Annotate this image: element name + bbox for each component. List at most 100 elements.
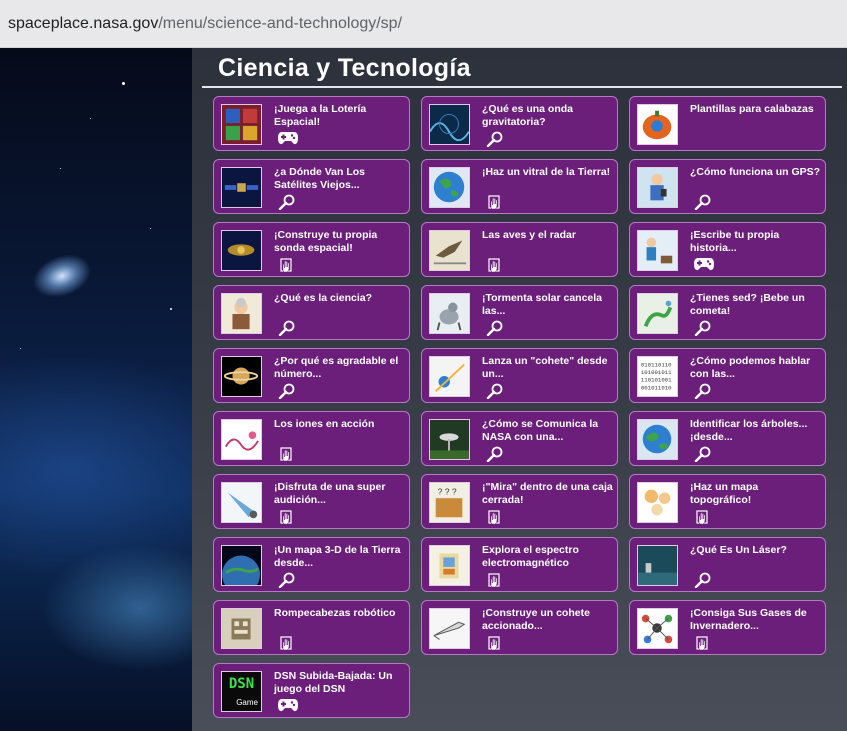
- topic-card[interactable]: ¡Un mapa 3-D de la Tierra desde...: [213, 537, 410, 592]
- topic-label: Las aves y el radar: [482, 229, 576, 241]
- topic-card[interactable]: ¡Juega a la Lotería Espacial!: [213, 96, 410, 151]
- magnifier-icon: [486, 383, 504, 400]
- svg-text:001011010: 001011010: [641, 384, 672, 391]
- topic-label: ¡Consiga Sus Gases de Invernadero...: [690, 607, 807, 632]
- magnifier-icon: [278, 194, 296, 211]
- topic-label: Lanza un "cohete" desde un...: [482, 355, 608, 380]
- topic-thumbnail: [221, 104, 262, 145]
- topic-thumbnail: [221, 167, 262, 208]
- topic-card[interactable]: ¡Tormenta solar cancela las...: [421, 285, 618, 340]
- topic-card[interactable]: Lanza un "cohete" desde un...: [421, 348, 618, 403]
- topic-card[interactable]: 010110110 101001011 110101001 001011010 ¿Cóm…: [629, 348, 826, 403]
- activity-hand-icon: [278, 509, 296, 525]
- magnifier-icon: [694, 320, 712, 337]
- topic-card[interactable]: Identificar los árboles... ¡desde...: [629, 411, 826, 466]
- topic-thumbnail: [429, 545, 470, 586]
- url-host: spaceplace.nasa.gov: [8, 14, 159, 32]
- topic-card[interactable]: Rompecabezas robótico: [213, 600, 410, 655]
- topic-label: DSN Subida-Bajada: Un juego del DSN: [274, 670, 393, 695]
- topic-label: Los iones en acción: [274, 418, 375, 430]
- magnifier-icon: [278, 320, 296, 337]
- magnifier-icon: [486, 131, 504, 148]
- topic-card[interactable]: Los iones en acción: [213, 411, 410, 466]
- magnifier-icon: [694, 194, 712, 211]
- topic-thumbnail: [221, 356, 262, 397]
- activity-hand-icon: [278, 635, 296, 651]
- topic-label: ¡Tormenta solar cancela las...: [482, 292, 603, 317]
- topic-thumbnail: [221, 482, 262, 523]
- topic-thumbnail: ? ? ?: [429, 482, 470, 523]
- topic-card[interactable]: ? ? ? ¡"Mira" dentro de una caja cerrada!: [421, 474, 618, 529]
- topic-card[interactable]: ¿Tienes sed? ¡Bebe un cometa!: [629, 285, 826, 340]
- address-bar[interactable]: spaceplace.nasa.gov/menu/science-and-tec…: [0, 0, 847, 48]
- topic-card[interactable]: ¡Construye tu propia sonda espacial!: [213, 222, 410, 277]
- topic-label: ¡Construye tu propia sonda espacial!: [274, 229, 378, 254]
- topic-card[interactable]: Explora el espectro electromagnético: [421, 537, 618, 592]
- svg-text:? ? ?: ? ? ?: [438, 486, 457, 496]
- topic-thumbnail: [429, 356, 470, 397]
- topic-thumbnail: [429, 230, 470, 271]
- topic-thumbnail: [637, 167, 678, 208]
- topic-label: ¿Cómo se Comunica la NASA con una...: [482, 418, 599, 443]
- topic-thumbnail: [221, 419, 262, 460]
- topic-label: ¡Haz un vitral de la Tierra!: [482, 166, 611, 178]
- topic-card[interactable]: ¡Escribe tu propia historia...: [629, 222, 826, 277]
- activity-hand-icon: [486, 509, 504, 525]
- activity-hand-icon: [486, 572, 504, 588]
- magnifier-icon: [694, 572, 712, 589]
- topic-label: ¡Construye un cohete accionado...: [482, 607, 590, 632]
- topic-thumbnail: [429, 293, 470, 334]
- activity-hand-icon: [486, 257, 504, 273]
- page-title: Ciencia y Tecnología: [218, 54, 471, 82]
- topic-card[interactable]: ¿a Dónde Van Los Satélites Viejos...: [213, 159, 410, 214]
- magnifier-icon: [486, 320, 504, 337]
- topic-card[interactable]: ¿Cómo se Comunica la NASA con una...: [421, 411, 618, 466]
- topic-card[interactable]: ¡Consiga Sus Gases de Invernadero...: [629, 600, 826, 655]
- url-path: /menu/science-and-technology/sp/: [158, 14, 403, 32]
- topic-thumbnail: [221, 293, 262, 334]
- topic-label: ¡"Mira" dentro de una caja cerrada!: [482, 481, 613, 506]
- topic-card[interactable]: ¡Haz un vitral de la Tierra!: [421, 159, 618, 214]
- topic-card[interactable]: ¡Construye un cohete accionado...: [421, 600, 618, 655]
- topic-thumbnail: [221, 608, 262, 649]
- topic-card[interactable]: Plantillas para calabazas: [629, 96, 826, 151]
- topic-card[interactable]: ¿Por qué es agradable el número...: [213, 348, 410, 403]
- topic-card[interactable]: ¡Haz un mapa topográfico!: [629, 474, 826, 529]
- topic-label: ¡Un mapa 3-D de la Tierra desde...: [274, 544, 401, 569]
- svg-text:110101001: 110101001: [641, 377, 672, 384]
- topic-thumbnail: DSN Game: [221, 671, 262, 712]
- topic-label: Explora el espectro electromagnético: [482, 544, 579, 569]
- topic-card[interactable]: ¿Qué es una onda gravitatoria?: [421, 96, 618, 151]
- topic-card[interactable]: DSN Game DSN Subida-Bajada: Un juego del D…: [213, 663, 410, 718]
- topic-thumbnail: 010110110 101001011 110101001 001011010: [637, 356, 678, 397]
- topic-label: ¿Qué Es Un Láser?: [690, 544, 787, 556]
- gamepad-icon: [694, 257, 714, 273]
- topic-label: Rompecabezas robótico: [274, 607, 396, 619]
- activity-hand-icon: [486, 635, 504, 651]
- main-content: Ciencia y Tecnología ¡Juega a la Lotería…: [192, 48, 847, 731]
- topic-card[interactable]: Las aves y el radar: [421, 222, 618, 277]
- topic-card[interactable]: ¡Disfruta de una super audición...: [213, 474, 410, 529]
- topic-card[interactable]: ¿Qué es la ciencia?: [213, 285, 410, 340]
- topic-thumbnail: [637, 293, 678, 334]
- topic-thumbnail: [637, 608, 678, 649]
- topic-thumbnail: [429, 167, 470, 208]
- topic-thumbnail: [429, 419, 470, 460]
- activity-hand-icon: [278, 257, 296, 273]
- dsn-logo-sub: Game: [236, 698, 258, 707]
- topic-label: ¿Cómo funciona un GPS?: [690, 166, 821, 178]
- magnifier-icon: [278, 383, 296, 400]
- topic-card[interactable]: ¿Cómo funciona un GPS?: [629, 159, 826, 214]
- galaxy-image: [26, 246, 98, 306]
- topic-label: Plantillas para calabazas: [690, 103, 814, 115]
- title-divider: [202, 86, 842, 88]
- topic-grid: ¡Juega a la Lotería Espacial! ¿Qué es una…: [213, 96, 826, 718]
- magnifier-icon: [486, 446, 504, 463]
- topic-thumbnail: [637, 104, 678, 145]
- topic-thumbnail: [637, 482, 678, 523]
- activity-hand-icon: [278, 446, 296, 462]
- topic-card[interactable]: ¿Qué Es Un Láser?: [629, 537, 826, 592]
- topic-label: ¿a Dónde Van Los Satélites Viejos...: [274, 166, 366, 191]
- topic-thumbnail: [429, 608, 470, 649]
- topic-label: ¡Haz un mapa topográfico!: [690, 481, 759, 506]
